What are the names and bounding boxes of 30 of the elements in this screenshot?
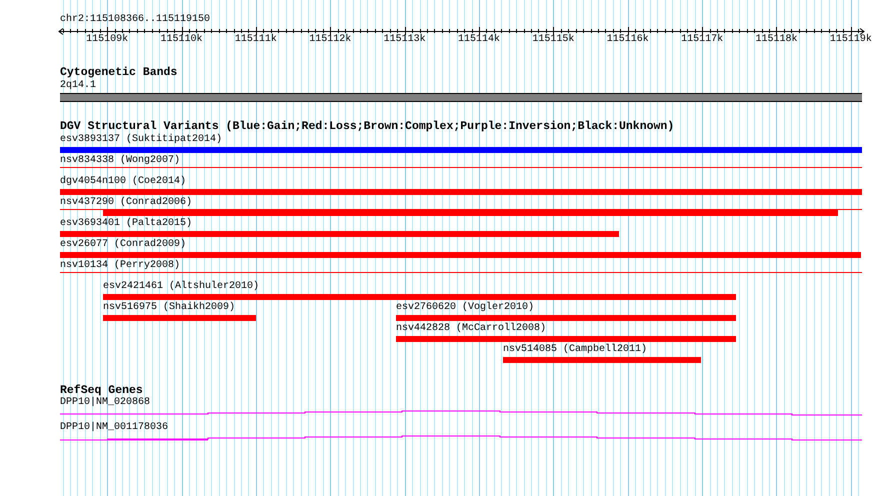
feature-label: DPP10|NM_001178036 bbox=[60, 422, 168, 434]
track-title: Cytogenetic Bands bbox=[60, 66, 178, 80]
tick-label: 115116k bbox=[606, 34, 649, 46]
tick-label: 115111k bbox=[234, 34, 277, 46]
tick-label: 115113k bbox=[384, 34, 426, 46]
feature-label: nsv10134 (Perry2008) bbox=[60, 260, 180, 272]
feature-label: nsv514085 (Campbell2011) bbox=[503, 344, 648, 356]
tick-label: 115115k bbox=[532, 34, 574, 46]
feature-label: nsv516975 (Shaikh2009) bbox=[103, 302, 236, 314]
tick-label: 115110k bbox=[160, 34, 203, 46]
tick-label: 115109k bbox=[86, 34, 128, 46]
feature-label: esv26077 (Conrad2009) bbox=[60, 239, 186, 251]
tick-label: 115112k bbox=[309, 34, 352, 46]
feature-label: nsv442828 (McCarroll2008) bbox=[396, 323, 546, 335]
track-title: DGV Structural Variants (Blue:Gain;Red:Loss;Brown:Complex;Purple:Inversion;Black:Unknown) bbox=[60, 120, 674, 134]
feature-label: nsv834338 (Wong2007) bbox=[60, 155, 180, 167]
feature-label: esv3693401 (Palta2015) bbox=[60, 218, 192, 230]
feature-label: dgv4054n100 (Coe2014) bbox=[60, 176, 186, 188]
tick-label: 115118k bbox=[755, 34, 798, 46]
feature-label: 2q14.1 bbox=[60, 80, 96, 92]
feature-label: esv3893137 (Suktitipat2014) bbox=[60, 134, 222, 146]
tick-label: 115117k bbox=[681, 34, 724, 46]
feature-label: esv2760620 (Vogler2010) bbox=[396, 302, 534, 314]
feature-label: esv2421461 (Altshuler2010) bbox=[103, 281, 260, 293]
tick-label: 115114k bbox=[458, 34, 500, 46]
track-title: RefSeq Genes bbox=[60, 384, 143, 397]
feature-label: nsv437290 (Conrad2006) bbox=[60, 197, 192, 209]
tick-label: 115119k bbox=[830, 34, 872, 46]
feature-label: DPP10|NM_020868 bbox=[60, 397, 150, 409]
region-label: chr2:115108366..115119150 bbox=[60, 14, 210, 26]
